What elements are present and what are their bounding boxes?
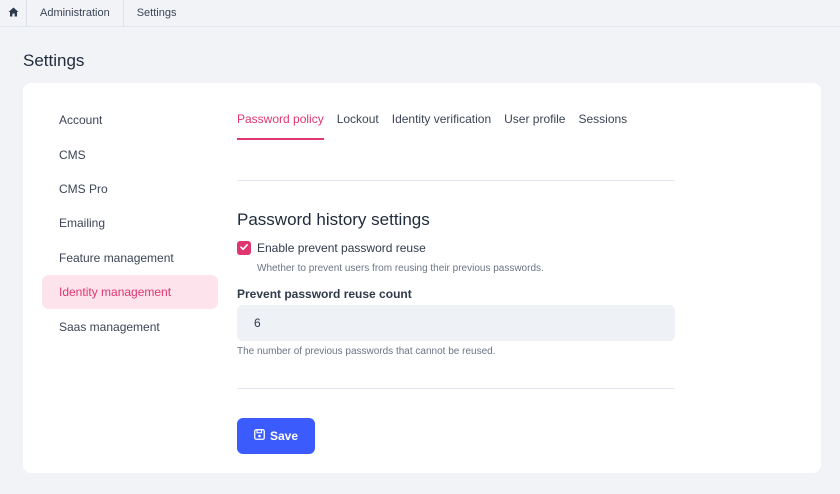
breadcrumb-settings: Settings [136,7,177,19]
page-title: Settings [23,51,85,70]
home-icon [8,4,19,22]
section-title: Password history settings [237,210,430,229]
prevent-reuse-help: Whether to prevent users from reusing th… [257,263,544,274]
prevent-reuse-row: Enable prevent password reuse [237,241,426,255]
sidebar-item-cms-pro[interactable]: CMS Pro [42,172,218,206]
save-button[interactable]: Save [237,418,315,454]
settings-sidebar: Account CMS CMS Pro Emailing Feature man… [42,103,218,344]
tab-lockout[interactable]: Lockout [337,112,379,140]
sidebar-item-emailing[interactable]: Emailing [42,206,218,240]
settings-card: Account CMS CMS Pro Emailing Feature man… [23,83,821,473]
home-link[interactable] [0,0,27,27]
settings-tabs: Password policy Lockout Identity verific… [237,112,640,140]
sidebar-item-identity-management[interactable]: Identity management [42,274,218,310]
reuse-count-input[interactable] [237,305,675,341]
sidebar-item-feature-management[interactable]: Feature management [42,241,218,275]
prevent-reuse-label[interactable]: Enable prevent password reuse [257,241,426,255]
tab-user-profile[interactable]: User profile [504,112,565,140]
reuse-count-label: Prevent password reuse count [237,287,412,301]
reuse-count-help: The number of previous passwords that ca… [237,346,496,357]
sidebar-item-saas-management[interactable]: Saas management [42,309,218,343]
save-button-label: Save [269,429,299,443]
divider-top [237,180,675,181]
divider-bottom [237,388,675,389]
sidebar-item-cms[interactable]: CMS [42,137,218,171]
tab-password-policy[interactable]: Password policy [237,112,324,140]
breadcrumb: Administration Settings [0,0,840,27]
prevent-reuse-checkbox[interactable] [237,241,251,255]
tab-identity-verification[interactable]: Identity verification [392,112,491,140]
floppy-disk-icon [254,429,265,443]
breadcrumb-administration[interactable]: Administration [27,0,123,27]
sidebar-item-account[interactable]: Account [42,103,218,137]
check-icon [239,239,249,257]
tab-sessions[interactable]: Sessions [578,112,627,140]
